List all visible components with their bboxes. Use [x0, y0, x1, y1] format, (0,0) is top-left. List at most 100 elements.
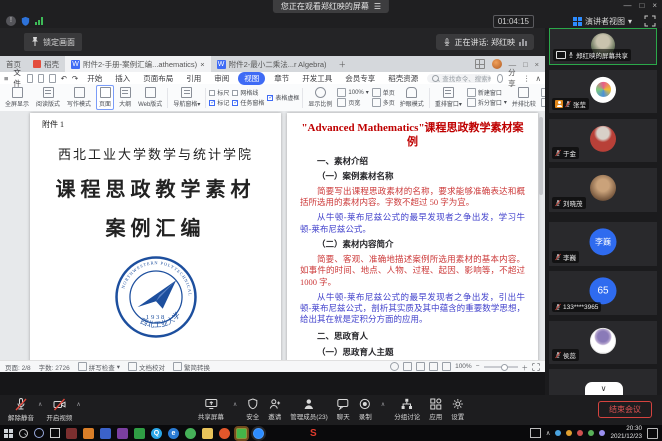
tab-doc1-close-icon[interactable]: ×	[200, 60, 204, 69]
tab-doc2[interactable]: W 附件2-最小二乘法...r Algebra)	[211, 56, 333, 72]
tray-icon-2[interactable]	[566, 430, 572, 436]
single-page-button[interactable]: 单页	[372, 89, 395, 97]
invite-button[interactable]: 邀请	[268, 398, 281, 421]
menu-dev-tools[interactable]: 开发工具	[298, 73, 336, 84]
ime-icon[interactable]	[530, 428, 541, 438]
zoom-in-icon[interactable]: ＋	[522, 362, 529, 372]
participant-tile[interactable]: 李巍 李巍	[549, 222, 657, 266]
command-search-input[interactable]: 查找命令、搜索模板	[427, 74, 491, 83]
zoom-slider[interactable]	[484, 366, 518, 368]
rearrange-windows-button[interactable]: 重排窗口▾	[433, 86, 464, 109]
start-button[interactable]	[4, 429, 13, 438]
nav-pane-button[interactable]: 导航窗格▾	[171, 86, 202, 109]
sogou-icon[interactable]: S	[310, 428, 317, 439]
fullscreen-icon[interactable]	[644, 15, 656, 27]
new-window-button[interactable]: 新建窗口	[467, 89, 507, 97]
multi-page-button[interactable]: 多页	[372, 99, 395, 107]
menu-view[interactable]: 视图	[238, 72, 265, 85]
meeting-info-icon[interactable]: !	[6, 16, 16, 26]
meeting-shield-icon[interactable]	[20, 16, 31, 27]
chat-button[interactable]: 聊天	[337, 398, 350, 421]
status-page-view-icon[interactable]	[416, 362, 425, 371]
spell-check-button[interactable]: 拼写检查▾	[78, 362, 120, 372]
minimize-icon[interactable]: —	[623, 1, 631, 10]
more-icon[interactable]: ⋮	[523, 74, 531, 83]
side-by-side-button[interactable]: 并排比较	[510, 86, 538, 109]
status-read-mode-icon[interactable]	[403, 362, 412, 371]
write-mode-button[interactable]: 写作模式	[65, 86, 93, 109]
app-icon-2[interactable]	[83, 428, 94, 439]
tray-icon-3[interactable]	[577, 430, 583, 436]
read-layout-button[interactable]: 阅读版式	[34, 86, 62, 109]
apps-button[interactable]: 应用	[429, 398, 442, 421]
proofread-button[interactable]: 文档校对	[128, 362, 165, 372]
gridlines-checkbox[interactable]: 网格线	[232, 89, 264, 97]
marks-checkbox[interactable]: 标记	[209, 99, 229, 107]
status-zoom-value[interactable]: 100%	[455, 363, 472, 370]
share-screen-button[interactable]: 共享屏幕	[198, 398, 224, 421]
edge-icon[interactable]: e	[168, 428, 179, 439]
banner-menu-icon[interactable]: ☰	[374, 0, 381, 13]
maximize-icon[interactable]: □	[639, 1, 644, 10]
status-web-view-icon[interactable]	[442, 362, 451, 371]
tray-icon-1[interactable]	[555, 430, 561, 436]
app-icon-3[interactable]	[100, 428, 111, 439]
video-options-icon[interactable]: ∧	[76, 401, 80, 408]
wechat-icon[interactable]	[236, 428, 247, 439]
zoom-slider-handle[interactable]	[501, 364, 508, 371]
file-explorer-icon[interactable]	[202, 428, 213, 439]
convert-button[interactable]: 繁简转换	[173, 362, 210, 372]
taskbar-search-icon[interactable]	[19, 429, 28, 438]
outline-view-button[interactable]: 大纲	[117, 86, 133, 109]
app-icon-7[interactable]	[219, 428, 230, 439]
tray-icon-5[interactable]	[599, 430, 605, 436]
collapse-ribbon-icon[interactable]: ∧	[536, 74, 542, 83]
menu-start[interactable]: 开始	[83, 73, 106, 84]
app-icon-6[interactable]	[185, 428, 196, 439]
tab-store[interactable]: 稻壳	[27, 56, 65, 72]
security-button[interactable]: 安全	[246, 398, 259, 421]
cloud-sync-icon[interactable]	[497, 74, 504, 83]
lock-screen-button[interactable]: 锁定画面	[24, 33, 82, 51]
document-scrollbar[interactable]	[539, 117, 543, 195]
zoom-ratio-button[interactable]: 显示比例	[306, 86, 334, 109]
menu-store-res[interactable]: 稻壳资源	[384, 73, 422, 84]
redo-icon[interactable]: ↷	[72, 74, 78, 83]
end-meeting-button[interactable]: 结束会议	[598, 401, 652, 418]
task-pane-checkbox[interactable]: 任务窗格	[232, 99, 264, 107]
settings-button[interactable]: 设置	[451, 398, 464, 421]
record-options-icon[interactable]: ∧	[381, 401, 385, 421]
document-page-1[interactable]: 附件 1 西北工业大学数学与统计学院 课程思政教学素材 案例汇编 NORTHWE…	[30, 113, 281, 360]
tab-doc1[interactable]: W 附件2-手册-案例汇编...athematics) ×	[65, 56, 211, 72]
menu-review[interactable]: 审阅	[210, 73, 233, 84]
manage-members-button[interactable]: 管理成员(23)	[290, 398, 328, 421]
participant-tile[interactable]: 侯蕊	[549, 321, 657, 364]
web-layout-button[interactable]: Web版式	[136, 86, 164, 109]
unmute-options-icon[interactable]: ∧	[38, 401, 42, 408]
share-options-icon[interactable]: ∧	[233, 401, 237, 421]
app-icon-5[interactable]	[134, 428, 145, 439]
start-video-button[interactable]: 开启视频	[46, 398, 72, 422]
status-eye-mode-icon[interactable]	[390, 362, 399, 371]
status-outline-view-icon[interactable]	[429, 362, 438, 371]
split-window-button[interactable]: 拆分窗口▾	[467, 99, 507, 107]
participant-tile[interactable]: 于金	[549, 119, 657, 162]
app-icon-1[interactable]	[66, 428, 77, 439]
undo-icon[interactable]: ↶	[61, 74, 67, 83]
participant-tile[interactable]: 65 133****3965	[549, 271, 657, 315]
page-width-button[interactable]: 页宽	[337, 99, 368, 107]
document-page-2[interactable]: "Advanced Mathematics"课程思政教学素材案例 一、素材介绍 …	[287, 113, 538, 360]
preview-icon[interactable]	[49, 74, 55, 83]
zoom-out-icon[interactable]: −	[476, 363, 480, 370]
participant-tile[interactable]: 郑红映的屏幕共享	[549, 28, 657, 65]
new-tab-button[interactable]: ＋	[333, 56, 353, 72]
participant-tile[interactable]: 张莹	[549, 70, 657, 113]
menu-references[interactable]: 引用	[182, 73, 205, 84]
task-view-icon[interactable]	[50, 428, 60, 438]
tray-expand-icon[interactable]: ∧	[546, 429, 551, 437]
menu-insert[interactable]: 插入	[111, 73, 134, 84]
eye-mode-button[interactable]: 护眼模式	[398, 86, 426, 109]
table-dash-checkbox[interactable]: 表格虚框	[267, 94, 299, 102]
workspace-grid-icon[interactable]	[475, 59, 485, 69]
fullscreen-view-button[interactable]: 全屏显示	[3, 86, 31, 109]
